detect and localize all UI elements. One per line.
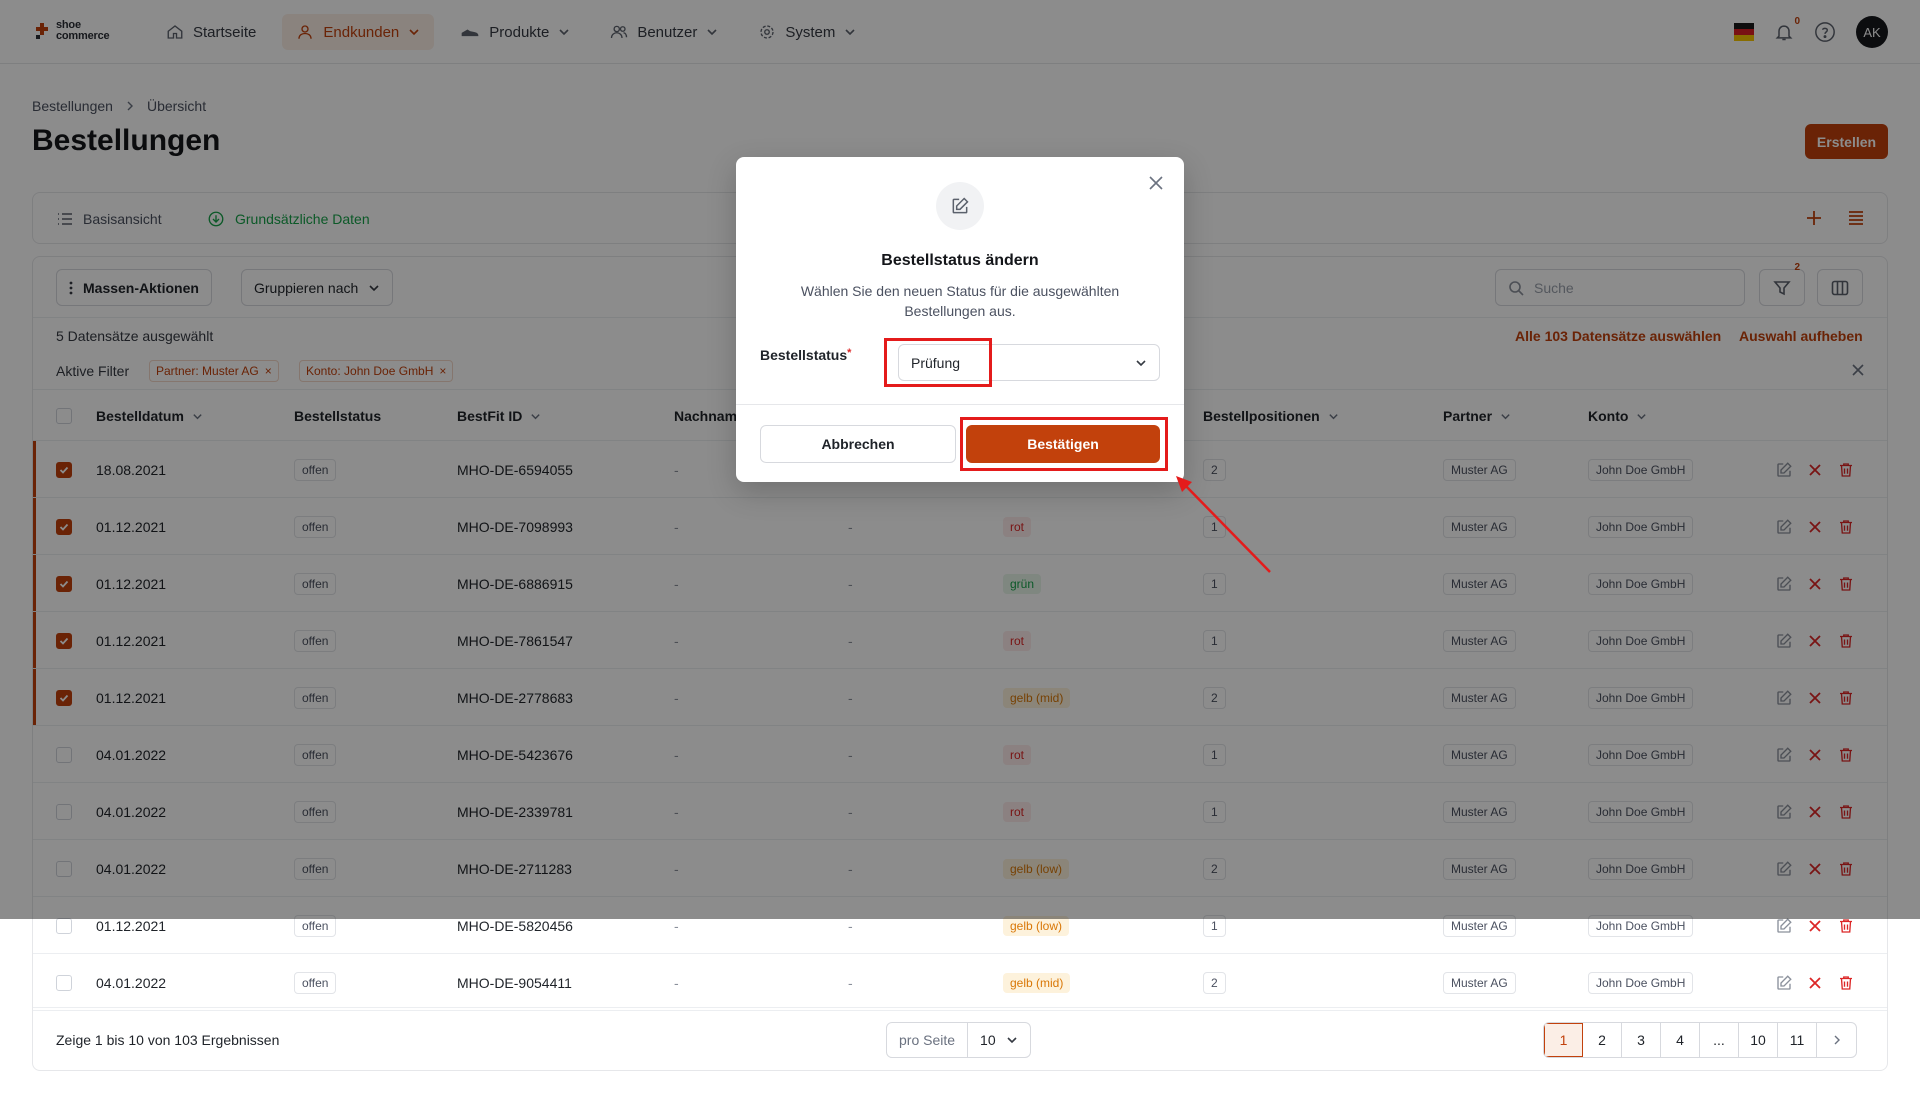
status-field-label: Bestellstatus*: [760, 347, 851, 363]
results-info: Zeige 1 bis 10 von 103 Ergebnissen: [56, 1032, 280, 1048]
page-button[interactable]: 1: [1544, 1023, 1583, 1057]
highlight-confirm-button: [960, 417, 1168, 471]
page-button[interactable]: 2: [1583, 1023, 1622, 1057]
per-page-number: 10: [980, 1032, 996, 1048]
row-checkbox[interactable]: [56, 974, 72, 991]
page-button[interactable]: ...: [1700, 1023, 1739, 1057]
cancel-x-icon[interactable]: [1807, 918, 1823, 934]
highlight-status-select: [884, 338, 992, 387]
bestfit-id: MHO-DE-9054411: [457, 974, 572, 991]
chevron-right-icon: [1834, 1035, 1840, 1045]
modal-divider: [736, 404, 1184, 405]
priority-tag: gelb (mid): [1003, 972, 1071, 993]
edit-icon[interactable]: [1775, 917, 1793, 935]
per-page-label: pro Seite: [887, 1023, 969, 1057]
table-row[interactable]: 04.01.2022 offen MHO-DE-9054411 - - gelb (mid…: [33, 954, 1887, 1011]
per-page-select[interactable]: pro Seite 10: [886, 1022, 1031, 1058]
page-button[interactable]: 10: [1739, 1023, 1778, 1057]
order-date: 04.01.2022: [96, 974, 167, 991]
edit-circle: [936, 182, 984, 230]
trash-icon[interactable]: [1837, 917, 1855, 935]
partner-badge: Muster AG: [1443, 971, 1516, 994]
per-page-value[interactable]: 10: [968, 1032, 1030, 1048]
status-label-text: Bestellstatus: [760, 347, 848, 363]
modal-description: Wählen Sie den neuen Status für die ausg…: [800, 283, 1120, 319]
annotation-arrow-icon: [1176, 476, 1271, 573]
account-badge: John Doe GmbH: [1588, 971, 1694, 994]
page-button[interactable]: 4: [1661, 1023, 1700, 1057]
edit-icon: [952, 197, 969, 214]
page-button[interactable]: 3: [1622, 1023, 1661, 1057]
secondary-value: -: [848, 974, 853, 991]
edit-icon[interactable]: [1775, 974, 1793, 992]
row-checkbox[interactable]: [56, 917, 72, 934]
close-icon[interactable]: [1148, 175, 1164, 191]
row-actions: [1775, 954, 1855, 1011]
trash-icon[interactable]: [1837, 974, 1855, 992]
next-page-button[interactable]: [1817, 1023, 1856, 1057]
pagination: 1 2 3 4... 10 11: [1543, 1022, 1857, 1058]
required-marker: *: [847, 347, 852, 359]
chevron-down-icon: [1007, 1037, 1017, 1044]
cancel-x-icon[interactable]: [1807, 975, 1823, 991]
table-footer: Zeige 1 bis 10 von 103 Ergebnissen pro S…: [33, 1007, 1887, 1070]
positions-badge: 2: [1203, 971, 1226, 994]
status-badge: offen: [294, 971, 337, 994]
modal-title: Bestellstatus ändern: [881, 252, 1039, 269]
cancel-button[interactable]: Abbrechen: [760, 425, 956, 463]
page-button[interactable]: 11: [1778, 1023, 1817, 1057]
lastname: -: [674, 974, 679, 991]
chevron-down-icon: [1136, 359, 1146, 366]
